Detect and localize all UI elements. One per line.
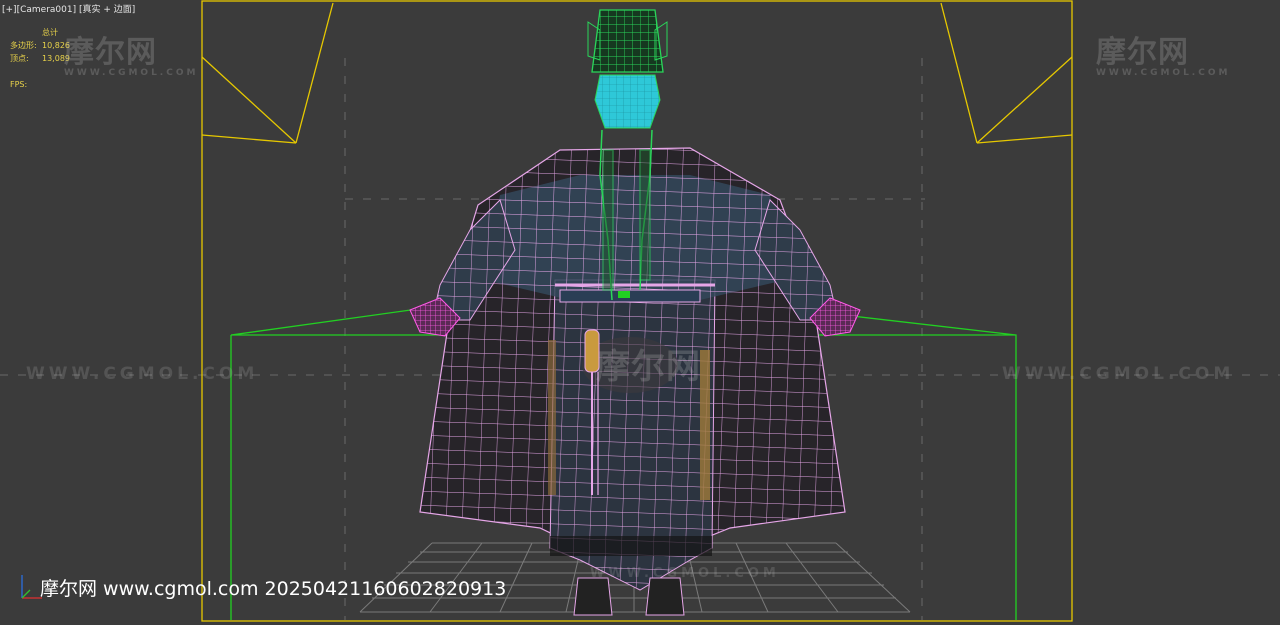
viewport-camera001[interactable]: [+][Camera001] [真实 + 边面] 总计 多边形: 10,826 顶… [0, 0, 1280, 625]
torso-mesh [485, 175, 785, 300]
watermark-logo-left: 摩尔网 WWW.CGMOL.COM [64, 38, 198, 79]
watermark-logo-sub: WWW.CGMOL.COM [1096, 68, 1231, 78]
boot-left [573, 577, 613, 616]
watermark-url-right: WWW.CGMOL.COM [1002, 364, 1235, 384]
watermark-logo-text: 摩尔网 [1096, 35, 1189, 70]
watermark-logo-text: 摩尔网 [64, 35, 157, 70]
watermark-logo-center: 摩尔网 [596, 350, 701, 384]
watermark-url-left: WWW.CGMOL.COM [26, 364, 259, 384]
robe-mesh [549, 279, 716, 591]
watermark-logo-right: 摩尔网 WWW.CGMOL.COM [1096, 38, 1230, 79]
watermark-logo-text: 摩尔网 [596, 347, 701, 387]
watermark-url-bottom: WWW.CGMOL.COM [590, 566, 780, 581]
face-mesh [594, 74, 661, 129]
footer-caption: 摩尔网 www.cgmol.com 20250421160602820913 [40, 578, 507, 600]
viewport-scene[interactable] [0, 0, 1280, 625]
hat-mesh [587, 9, 668, 73]
boot-right [645, 577, 685, 616]
character-model[interactable] [409, 9, 861, 616]
axis-tripod [21, 575, 42, 599]
watermark-logo-sub: WWW.CGMOL.COM [64, 68, 199, 78]
